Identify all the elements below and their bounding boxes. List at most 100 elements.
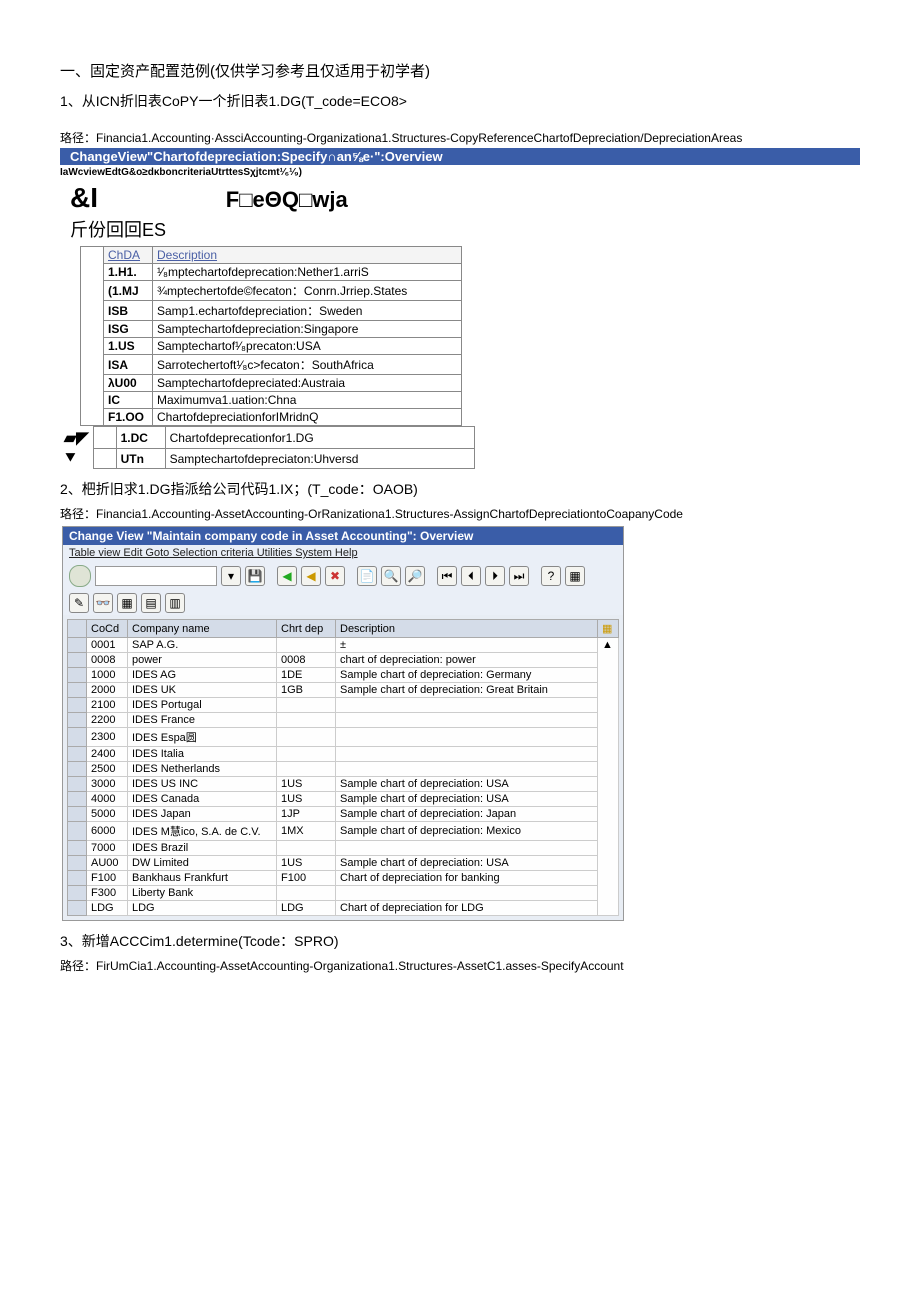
col-company-name[interactable]: Company name bbox=[128, 620, 277, 638]
table-row[interactable]: 1.USSamptechartof¹⁄₈precaton:USA bbox=[81, 338, 462, 355]
scrollbar[interactable]: ▲ bbox=[598, 638, 619, 916]
table-row[interactable]: 2500IDES Netherlands bbox=[68, 762, 619, 777]
row-handle[interactable] bbox=[68, 668, 87, 683]
table-row[interactable]: 4000IDES Canada1USSample chart of deprec… bbox=[68, 792, 619, 807]
chrt-cell[interactable]: LDG bbox=[277, 901, 336, 916]
findnext-icon[interactable]: 🔎 bbox=[405, 566, 425, 586]
cancel-icon[interactable]: ✖ bbox=[325, 566, 345, 586]
sap-menubar[interactable]: Table view Edit Goto Selection criteria … bbox=[63, 545, 623, 561]
table-row[interactable]: ISGSamptechartofdepreciation:Singapore bbox=[81, 321, 462, 338]
step-2-title: 2、杷折旧求1.DG指派给公司代码1.IX；(T_code：OAOB) bbox=[60, 479, 860, 499]
table-row[interactable]: LDGLDGLDGChart of depreciation for LDG bbox=[68, 901, 619, 916]
chrt-cell[interactable] bbox=[277, 747, 336, 762]
chda-cell: ISB bbox=[104, 301, 153, 321]
table-row[interactable]: ▰◤ 1.DC Chartofdeprecationfor1.DG bbox=[60, 427, 474, 449]
chrt-cell[interactable]: 1MX bbox=[277, 822, 336, 841]
glasses-icon[interactable]: 👓 bbox=[93, 593, 113, 613]
table-row[interactable]: 7000IDES Brazil bbox=[68, 841, 619, 856]
table-row[interactable]: F100Bankhaus FrankfurtF100Chart of depre… bbox=[68, 871, 619, 886]
page-icon[interactable]: 📄 bbox=[357, 566, 377, 586]
desc-cell: Sample chart of depreciation: Mexico bbox=[336, 822, 598, 841]
chrt-cell[interactable]: 1US bbox=[277, 777, 336, 792]
table-row[interactable]: 5000IDES Japan1JPSample chart of depreci… bbox=[68, 807, 619, 822]
table-row[interactable]: λU00Samptechartofdepreciated:Austraia bbox=[81, 375, 462, 392]
chrt-cell[interactable]: 1US bbox=[277, 792, 336, 807]
table-row[interactable]: 6000IDES M慧ico, S.A. de C.V.1MXSample ch… bbox=[68, 822, 619, 841]
row-handle[interactable] bbox=[68, 747, 87, 762]
chrt-cell[interactable]: 1US bbox=[277, 856, 336, 871]
row-handle[interactable] bbox=[68, 856, 87, 871]
table-row[interactable]: ICMaximumva1.uation:Chna bbox=[81, 392, 462, 409]
chrt-cell[interactable]: F100 bbox=[277, 871, 336, 886]
row-handle[interactable] bbox=[68, 871, 87, 886]
first-page-icon[interactable]: ⏮ bbox=[437, 566, 457, 586]
row-handle[interactable] bbox=[68, 822, 87, 841]
table-row[interactable]: ISASarrotechertoft¹⁄₈c>fecaton：SouthAfri… bbox=[81, 355, 462, 375]
exit-icon[interactable]: ◀ bbox=[301, 566, 321, 586]
row-handle[interactable] bbox=[68, 698, 87, 713]
col-description[interactable]: Description bbox=[153, 247, 462, 264]
col-cocd[interactable]: CoCd bbox=[87, 620, 128, 638]
table-row[interactable]: AU00DW Limited1USSample chart of depreci… bbox=[68, 856, 619, 871]
row-handle[interactable] bbox=[68, 762, 87, 777]
desc-cell: Samptechartofdepreciation:Singapore bbox=[153, 321, 462, 338]
table-row[interactable]: F1.OOChartofdepreciationforIMridnQ bbox=[81, 409, 462, 426]
table-row[interactable]: F300Liberty Bank bbox=[68, 886, 619, 901]
chrt-cell[interactable] bbox=[277, 698, 336, 713]
table-row[interactable]: 1000IDES AG1DESample chart of depreciati… bbox=[68, 668, 619, 683]
table-row[interactable]: 3000IDES US INC1USSample chart of deprec… bbox=[68, 777, 619, 792]
table-row[interactable]: 2100IDES Portugal bbox=[68, 698, 619, 713]
next-page-icon[interactable]: ⏵ bbox=[485, 566, 505, 586]
row-handle[interactable] bbox=[68, 638, 87, 653]
chrt-cell[interactable] bbox=[277, 762, 336, 777]
table-row[interactable]: 0001SAP A.G.±▲ bbox=[68, 638, 619, 653]
table-row[interactable]: (1.MJ¾mptechertofde©fecaton：Conrn.Jrriep… bbox=[81, 281, 462, 301]
col-description[interactable]: Description bbox=[336, 620, 598, 638]
row-handle[interactable] bbox=[68, 713, 87, 728]
row-handle[interactable] bbox=[68, 683, 87, 698]
help-icon[interactable]: ? bbox=[541, 566, 561, 586]
dropdown-icon[interactable]: ▾ bbox=[221, 566, 241, 586]
row-handle[interactable] bbox=[68, 653, 87, 668]
row-handle[interactable] bbox=[68, 886, 87, 901]
chrt-cell[interactable] bbox=[277, 886, 336, 901]
table-row[interactable]: 2200IDES France bbox=[68, 713, 619, 728]
chrt-cell[interactable]: 1DE bbox=[277, 668, 336, 683]
table-row[interactable]: 0008power0008chart of depreciation: powe… bbox=[68, 653, 619, 668]
table-row[interactable]: 1.H1.¹⁄₈mptechartofdeprecation:Nether1.a… bbox=[81, 264, 462, 281]
row-handle[interactable] bbox=[68, 792, 87, 807]
grid1-icon[interactable]: ▦ bbox=[117, 593, 137, 613]
table-row[interactable]: 2000IDES UK1GBSample chart of depreciati… bbox=[68, 683, 619, 698]
table-row[interactable]: ⯆ UTn Samptechartofdepreciaton:Uhversd bbox=[60, 449, 474, 469]
row-handle[interactable] bbox=[68, 841, 87, 856]
last-page-icon[interactable]: ⏭ bbox=[509, 566, 529, 586]
save-icon[interactable]: 💾 bbox=[245, 566, 265, 586]
prev-page-icon[interactable]: ⏴ bbox=[461, 566, 481, 586]
table-row[interactable]: 2300IDES Espa圆 bbox=[68, 728, 619, 747]
back-icon[interactable]: ◀ bbox=[277, 566, 297, 586]
table-row[interactable]: ISBSamp1.echartofdepreciation：Sweden bbox=[81, 301, 462, 321]
row-handle[interactable] bbox=[68, 777, 87, 792]
command-field[interactable] bbox=[95, 566, 217, 586]
grid3-icon[interactable]: ▥ bbox=[165, 593, 185, 613]
grid2-icon[interactable]: ▤ bbox=[141, 593, 161, 613]
select-all-handle[interactable] bbox=[68, 620, 87, 638]
find-icon[interactable]: 🔍 bbox=[381, 566, 401, 586]
chrt-cell[interactable] bbox=[277, 638, 336, 653]
layout-icon[interactable]: ▦ bbox=[565, 566, 585, 586]
row-handle[interactable] bbox=[68, 807, 87, 822]
chrt-cell[interactable]: 1JP bbox=[277, 807, 336, 822]
chrt-cell[interactable] bbox=[277, 841, 336, 856]
col-chda[interactable]: ChDA bbox=[104, 247, 153, 264]
config-icon[interactable]: ▦ bbox=[598, 620, 619, 638]
ok-icon[interactable] bbox=[69, 565, 91, 587]
chrt-cell[interactable]: 1GB bbox=[277, 683, 336, 698]
row-handle[interactable] bbox=[68, 901, 87, 916]
chrt-cell[interactable] bbox=[277, 728, 336, 747]
chrt-cell[interactable]: 0008 bbox=[277, 653, 336, 668]
row-handle[interactable] bbox=[68, 728, 87, 747]
pencil-icon[interactable]: ✎ bbox=[69, 593, 89, 613]
chrt-cell[interactable] bbox=[277, 713, 336, 728]
col-chrt-dep[interactable]: Chrt dep bbox=[277, 620, 336, 638]
table-row[interactable]: 2400IDES Italia bbox=[68, 747, 619, 762]
